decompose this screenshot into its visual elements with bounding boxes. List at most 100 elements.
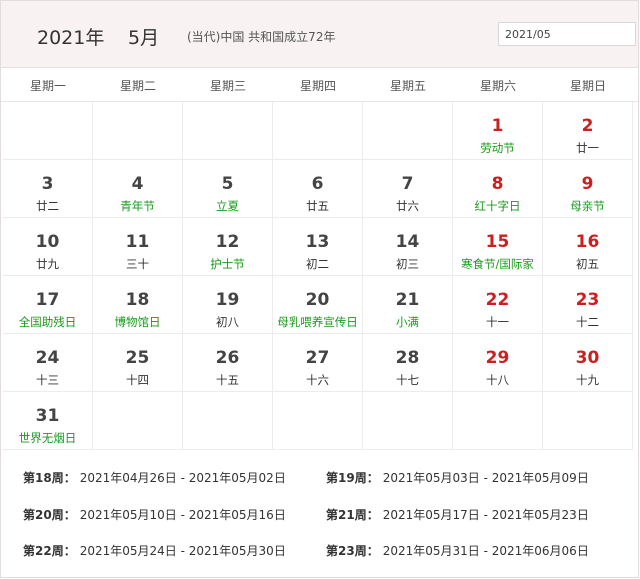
day-cell[interactable]: 7 廿六 (363, 160, 453, 218)
day-cell[interactable]: 2 廿一 (543, 102, 633, 160)
lunar-date: 初二 (306, 257, 329, 271)
day-cell[interactable]: 19 初八 (183, 276, 273, 334)
day-cell[interactable]: 3 廿二 (3, 160, 93, 218)
lunar-date: 十八 (486, 373, 509, 387)
day-number: 6 (311, 174, 324, 194)
day-number: 15 (485, 232, 510, 252)
lunar-date: 廿九 (36, 257, 59, 271)
day-number: 7 (401, 174, 414, 194)
day-number: 30 (575, 348, 600, 368)
week-range-item: 第19周： 2021年05月03日 - 2021年05月09日 (326, 471, 589, 485)
day-number: 28 (395, 348, 420, 368)
day-number: 21 (395, 290, 420, 310)
day-number: 4 (131, 174, 144, 194)
lunar-date: 廿二 (36, 199, 59, 213)
day-cell[interactable]: 18 博物馆日 (93, 276, 183, 334)
week-range-item: 第22周： 2021年05月24日 - 2021年05月30日 (23, 544, 286, 558)
lunar-date: 廿五 (306, 199, 329, 213)
year-selector[interactable]: 2021年 (37, 23, 104, 50)
day-number: 3 (41, 174, 54, 194)
day-number: 13 (305, 232, 330, 252)
festival-label: 母亲节 (570, 199, 605, 213)
calendar-header: 2021年 5月 (当代)中国 共和国成立72年 (1, 1, 638, 68)
day-cell[interactable]: 28 十七 (363, 334, 453, 392)
day-number: 26 (215, 348, 240, 368)
day-cell[interactable]: 11 三十 (93, 218, 183, 276)
lunar-date: 十六 (306, 373, 329, 387)
lunar-date: 十九 (576, 373, 599, 387)
day-cell[interactable]: 15 寒食节/国际家 (453, 218, 543, 276)
day-cell[interactable]: 21 小满 (363, 276, 453, 334)
day-cell[interactable]: 9 母亲节 (543, 160, 633, 218)
day-number: 27 (305, 348, 330, 368)
day-number: 24 (35, 348, 60, 368)
festival-label: 红十字日 (474, 199, 521, 213)
day-cell[interactable]: 16 初五 (543, 218, 633, 276)
day-cell[interactable]: 10 廿九 (3, 218, 93, 276)
day-cell[interactable]: 5 立夏 (183, 160, 273, 218)
empty-day-cell (183, 102, 273, 160)
day-cell[interactable]: 6 廿五 (273, 160, 363, 218)
lunar-date: 十五 (216, 373, 239, 387)
festival-label: 寒食节/国际家 (461, 257, 534, 271)
weekday-label: 星期五 (389, 79, 426, 93)
day-cell[interactable]: 12 护士节 (183, 218, 273, 276)
weekday-label: 星期二 (119, 79, 156, 93)
lunar-date: 十三 (36, 373, 59, 387)
day-cell[interactable]: 17 全国助残日 (3, 276, 93, 334)
day-number: 5 (221, 174, 234, 194)
day-cell[interactable]: 29 十八 (453, 334, 543, 392)
festival-label: 青年节 (120, 199, 155, 213)
day-number: 9 (581, 174, 594, 194)
empty-day-cell (273, 392, 363, 450)
day-number: 19 (215, 290, 240, 310)
day-cell[interactable]: 30 十九 (543, 334, 633, 392)
day-cell[interactable]: 14 初三 (363, 218, 453, 276)
week-range-item: 第21周： 2021年05月17日 - 2021年05月23日 (326, 508, 589, 522)
festival-label: 母乳喂养宣传日 (277, 315, 358, 329)
day-cell[interactable]: 4 青年节 (93, 160, 183, 218)
week-ranges: 第18周： 2021年04月26日 - 2021年05月02日 第19周： 2021… (1, 451, 638, 577)
day-cell[interactable]: 20 母乳喂养宣传日 (273, 276, 363, 334)
day-number: 29 (485, 348, 510, 368)
lunar-date: 初八 (216, 315, 239, 329)
day-number: 1 (491, 116, 504, 136)
lunar-date: 初五 (576, 257, 599, 271)
day-grid: 1 劳动节 2 廿一 3 廿二 4 青年节 5 立夏 6 廿五 7 廿六 8 红十字日 9 母亲节 10 廿九 11 三十… (3, 102, 636, 450)
empty-day-cell (453, 392, 543, 450)
empty-day-cell (93, 102, 183, 160)
day-cell[interactable]: 24 十三 (3, 334, 93, 392)
weekday-label: 星期四 (299, 79, 336, 93)
day-cell[interactable]: 26 十五 (183, 334, 273, 392)
festival-label: 小满 (396, 315, 419, 329)
day-cell[interactable]: 23 十二 (543, 276, 633, 334)
day-number: 31 (35, 406, 60, 426)
empty-day-cell (3, 102, 93, 160)
day-cell[interactable]: 8 红十字日 (453, 160, 543, 218)
empty-day-cell (273, 102, 363, 160)
day-cell[interactable]: 13 初二 (273, 218, 363, 276)
festival-label: 立夏 (216, 199, 239, 213)
week-range-item: 第18周： 2021年04月26日 - 2021年05月02日 (23, 471, 286, 485)
festival-label: 博物馆日 (114, 315, 161, 329)
day-cell[interactable]: 22 十一 (453, 276, 543, 334)
festival-label: 护士节 (210, 257, 245, 271)
day-number: 2 (581, 116, 594, 136)
day-cell[interactable]: 1 劳动节 (453, 102, 543, 160)
day-number: 10 (35, 232, 60, 252)
weekday-label: 星期六 (479, 79, 516, 93)
empty-day-cell (93, 392, 183, 450)
day-number: 23 (575, 290, 600, 310)
day-cell[interactable]: 27 十六 (273, 334, 363, 392)
weekday-label: 星期日 (569, 79, 606, 93)
day-number: 25 (125, 348, 150, 368)
month-selector[interactable]: 5月 (128, 23, 159, 50)
day-cell[interactable]: 31 世界无烟日 (3, 392, 93, 450)
day-cell[interactable]: 25 十四 (93, 334, 183, 392)
lunar-date: 十四 (126, 373, 149, 387)
lunar-date: 初三 (396, 257, 419, 271)
day-number: 17 (35, 290, 60, 310)
day-number: 20 (305, 290, 330, 310)
date-input[interactable] (498, 22, 636, 46)
empty-day-cell (363, 102, 453, 160)
